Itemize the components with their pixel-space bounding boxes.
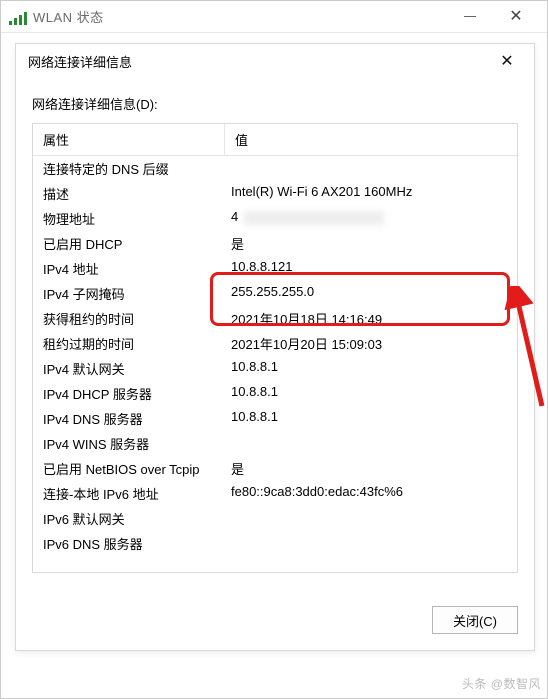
property-cell: 已启用 NetBIOS over Tcpip	[33, 456, 225, 481]
network-details-dialog: 网络连接详细信息 ✕ 网络连接详细信息(D): 属性 值 连接特定的 DNS 后…	[15, 43, 535, 651]
value-cell: 2021年10月18日 14:16:49	[225, 306, 517, 331]
header-property: 属性	[33, 124, 225, 155]
outer-window-title: WLAN 状态	[33, 7, 447, 26]
dialog-footer: 关闭(C)	[16, 592, 534, 650]
inner-close-button[interactable]: ✕	[492, 46, 522, 76]
value-cell	[225, 506, 517, 531]
wlan-status-window: WLAN 状态 ✕ 网络连接详细信息 ✕ 网络连接详细信息(D): 属性 值 连…	[0, 0, 548, 699]
property-cell: 物理地址	[33, 206, 225, 231]
inner-titlebar: 网络连接详细信息 ✕	[16, 44, 534, 78]
table-row[interactable]: IPv4 DHCP 服务器10.8.8.1	[33, 381, 517, 406]
watermark: 头条 @数智风	[462, 675, 541, 692]
wifi-signal-icon	[9, 9, 27, 25]
inner-window-title: 网络连接详细信息	[28, 52, 492, 71]
value-cell	[225, 156, 517, 181]
value-cell: 是	[225, 456, 517, 481]
value-cell: 10.8.8.1	[225, 356, 517, 381]
close-button[interactable]: 关闭(C)	[432, 606, 518, 634]
table-row[interactable]: 连接特定的 DNS 后缀	[33, 156, 517, 181]
table-row[interactable]: 已启用 NetBIOS over Tcpip是	[33, 456, 517, 481]
value-cell	[225, 431, 517, 456]
value-cell: 2021年10月20日 15:09:03	[225, 331, 517, 356]
dialog-body: 网络连接详细信息(D): 属性 值 连接特定的 DNS 后缀描述Intel(R)…	[16, 78, 534, 592]
details-label: 网络连接详细信息(D):	[32, 94, 518, 113]
table-row[interactable]: IPv4 地址10.8.8.121	[33, 256, 517, 281]
table-header: 属性 值	[33, 124, 517, 156]
redacted-value	[244, 211, 384, 225]
value-cell: 4	[225, 206, 517, 231]
table-row[interactable]: 物理地址4	[33, 206, 517, 231]
property-cell: IPv4 WINS 服务器	[33, 431, 225, 456]
property-cell: 获得租约的时间	[33, 306, 225, 331]
property-cell: IPv4 子网掩码	[33, 281, 225, 306]
minimize-button[interactable]	[447, 1, 493, 33]
table-row[interactable]: 描述Intel(R) Wi-Fi 6 AX201 160MHz	[33, 181, 517, 206]
table-row[interactable]: 已启用 DHCP是	[33, 231, 517, 256]
table-row[interactable]: IPv6 DNS 服务器	[33, 531, 517, 556]
property-cell: IPv4 默认网关	[33, 356, 225, 381]
property-cell: 连接特定的 DNS 后缀	[33, 156, 225, 181]
table-row[interactable]: IPv6 默认网关	[33, 506, 517, 531]
table-body: 连接特定的 DNS 后缀描述Intel(R) Wi-Fi 6 AX201 160…	[33, 156, 517, 556]
header-value: 值	[225, 124, 517, 155]
property-cell: 已启用 DHCP	[33, 231, 225, 256]
value-cell: Intel(R) Wi-Fi 6 AX201 160MHz	[225, 181, 517, 206]
table-row[interactable]: IPv4 子网掩码255.255.255.0	[33, 281, 517, 306]
property-cell: IPv4 DNS 服务器	[33, 406, 225, 431]
property-cell: IPv6 默认网关	[33, 506, 225, 531]
table-row[interactable]: IPv4 WINS 服务器	[33, 431, 517, 456]
value-cell: 是	[225, 231, 517, 256]
value-cell: 255.255.255.0	[225, 281, 517, 306]
property-cell: 连接-本地 IPv6 地址	[33, 481, 225, 506]
property-cell: IPv6 DNS 服务器	[33, 531, 225, 556]
table-row[interactable]: 租约过期的时间2021年10月20日 15:09:03	[33, 331, 517, 356]
value-cell: fe80::9ca8:3dd0:edac:43fc%6	[225, 481, 517, 506]
table-row[interactable]: 连接-本地 IPv6 地址fe80::9ca8:3dd0:edac:43fc%6	[33, 481, 517, 506]
details-table: 属性 值 连接特定的 DNS 后缀描述Intel(R) Wi-Fi 6 AX20…	[32, 123, 518, 573]
property-cell: 描述	[33, 181, 225, 206]
property-cell: IPv4 地址	[33, 256, 225, 281]
value-cell: 10.8.8.1	[225, 406, 517, 431]
table-row[interactable]: IPv4 默认网关10.8.8.1	[33, 356, 517, 381]
property-cell: IPv4 DHCP 服务器	[33, 381, 225, 406]
value-cell	[225, 531, 517, 556]
table-row[interactable]: 获得租约的时间2021年10月18日 14:16:49	[33, 306, 517, 331]
property-cell: 租约过期的时间	[33, 331, 225, 356]
outer-close-button[interactable]: ✕	[493, 1, 539, 33]
value-cell: 10.8.8.1	[225, 381, 517, 406]
outer-titlebar: WLAN 状态 ✕	[1, 1, 547, 33]
table-row[interactable]: IPv4 DNS 服务器10.8.8.1	[33, 406, 517, 431]
value-cell: 10.8.8.121	[225, 256, 517, 281]
